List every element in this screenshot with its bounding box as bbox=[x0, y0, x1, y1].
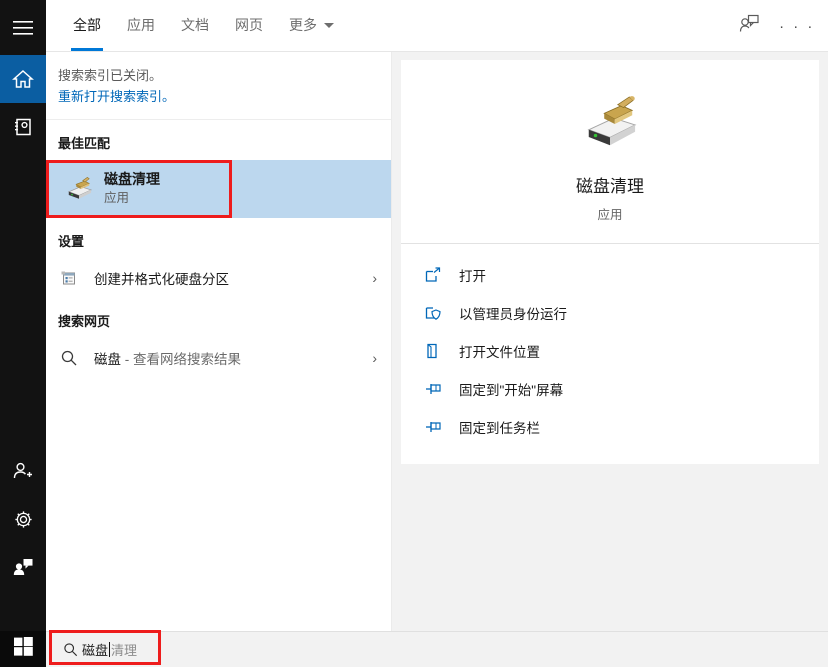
preview-subtitle: 应用 bbox=[597, 208, 623, 222]
action-run-as-admin-label: 以管理员身份运行 bbox=[459, 307, 567, 322]
web-search-query: 磁盘 bbox=[94, 352, 121, 367]
folder-location-icon bbox=[425, 343, 459, 359]
search-index-notice: 搜索索引已关闭。 重新打开搜索索引。 bbox=[46, 52, 391, 120]
shield-run-icon bbox=[425, 305, 459, 321]
preview-actions: 打开 以管理员身份运行 打开文件位置 固定到"开始"屏幕 固定到任务栏 bbox=[401, 244, 819, 464]
tab-web-label: 网页 bbox=[235, 17, 263, 33]
flyout-body: 搜索索引已关闭。 重新打开搜索索引。 最佳匹配 磁盘清理 应用 设置 创建并格式… bbox=[46, 52, 828, 631]
chevron-right-icon[interactable]: › bbox=[372, 350, 381, 366]
search-input[interactable]: 磁盘 清理 bbox=[82, 640, 137, 659]
best-match-heading: 最佳匹配 bbox=[58, 136, 111, 151]
control-panel-icon bbox=[60, 269, 94, 287]
rail-item-home[interactable] bbox=[0, 55, 46, 103]
flyout-header: 全部 应用 文档 网页 更多 · · · bbox=[46, 0, 828, 52]
pin-icon bbox=[425, 419, 459, 435]
chevron-right-icon[interactable]: › bbox=[372, 270, 381, 286]
rail-item-notebook[interactable] bbox=[0, 103, 46, 151]
account-feedback-button[interactable] bbox=[728, 6, 770, 46]
tab-all[interactable]: 全部 bbox=[60, 0, 114, 51]
windows-logo-icon bbox=[13, 637, 33, 661]
action-run-as-admin[interactable]: 以管理员身份运行 bbox=[401, 294, 819, 332]
search-icon bbox=[58, 642, 82, 657]
action-open-file-location[interactable]: 打开文件位置 bbox=[401, 332, 819, 370]
search-suggestion-text: 清理 bbox=[111, 643, 138, 658]
open-external-icon bbox=[425, 267, 459, 283]
rail-item-feedback[interactable] bbox=[0, 543, 46, 591]
action-open[interactable]: 打开 bbox=[401, 256, 819, 294]
rail-bottom-group bbox=[0, 447, 46, 591]
web-search-result-row[interactable]: 磁盘 - 查看网络搜索结果 › bbox=[46, 338, 391, 378]
app-preview-card: 磁盘清理 应用 bbox=[401, 60, 819, 243]
search-bar[interactable]: 磁盘 清理 bbox=[46, 630, 828, 667]
search-flyout-panel: 全部 应用 文档 网页 更多 · · · 搜索索引已关闭。 重新打开搜索索引。 … bbox=[46, 0, 828, 631]
notebook-icon bbox=[13, 117, 33, 137]
best-match-subtitle: 应用 bbox=[104, 191, 130, 205]
tab-documents-label: 文档 bbox=[181, 17, 209, 33]
hamburger-menu-button[interactable] bbox=[0, 0, 46, 55]
web-search-heading: 搜索网页 bbox=[58, 314, 111, 329]
start-button[interactable] bbox=[0, 631, 46, 667]
best-match-result[interactable]: 磁盘清理 应用 bbox=[46, 160, 391, 218]
tab-all-label: 全部 bbox=[73, 17, 101, 33]
reenable-index-link[interactable]: 重新打开搜索索引。 bbox=[58, 86, 379, 107]
home-icon bbox=[12, 69, 34, 89]
action-pin-to-start[interactable]: 固定到"开始"屏幕 bbox=[401, 370, 819, 408]
results-column: 搜索索引已关闭。 重新打开搜索索引。 最佳匹配 磁盘清理 应用 设置 创建并格式… bbox=[46, 52, 392, 631]
header-actions: · · · bbox=[728, 0, 818, 52]
search-typed-text: 磁盘 bbox=[82, 643, 109, 658]
chevron-down-icon bbox=[324, 22, 334, 28]
tab-documents[interactable]: 文档 bbox=[168, 0, 222, 51]
rail-item-account[interactable] bbox=[0, 447, 46, 495]
person-add-icon bbox=[12, 461, 34, 481]
hamburger-icon bbox=[13, 20, 33, 35]
disk-cleanup-icon bbox=[60, 176, 98, 202]
rail-item-settings[interactable] bbox=[0, 495, 46, 543]
tab-apps[interactable]: 应用 bbox=[114, 0, 168, 51]
pin-icon bbox=[425, 381, 459, 397]
settings-result-label: 创建并格式化硬盘分区 bbox=[94, 272, 229, 287]
search-icon bbox=[60, 349, 94, 367]
web-search-suffix: - 查看网络搜索结果 bbox=[121, 352, 241, 367]
preview-column: 磁盘清理 应用 打开 以管理员身份运行 打开文件位置 固定到"开始"屏幕 固定到… bbox=[392, 52, 828, 631]
web-search-result-label: 磁盘 - 查看网络搜索结果 bbox=[94, 348, 372, 368]
tab-apps-label: 应用 bbox=[127, 17, 155, 33]
gear-icon bbox=[13, 509, 34, 530]
person-feedback-icon bbox=[737, 13, 761, 40]
action-open-file-location-label: 打开文件位置 bbox=[459, 345, 540, 360]
ellipsis-icon: · · · bbox=[779, 17, 815, 35]
action-pin-to-start-label: 固定到"开始"屏幕 bbox=[459, 383, 564, 398]
windows-search-flyout: 全部 应用 文档 网页 更多 · · · 搜索索引已关闭。 重新打开搜索索引。 … bbox=[0, 0, 828, 667]
disk-cleanup-icon bbox=[401, 86, 819, 160]
more-options-button[interactable]: · · · bbox=[776, 6, 818, 46]
filter-tabs: 全部 应用 文档 网页 更多 bbox=[46, 0, 347, 51]
search-input-wrap[interactable]: 磁盘 清理 bbox=[49, 630, 161, 665]
notice-message: 搜索索引已关闭。 bbox=[58, 68, 163, 83]
nav-rail bbox=[0, 0, 46, 631]
preview-title: 磁盘清理 bbox=[576, 177, 644, 196]
tab-more-label: 更多 bbox=[289, 17, 317, 33]
settings-result-row[interactable]: 创建并格式化硬盘分区 › bbox=[46, 258, 391, 298]
action-open-label: 打开 bbox=[459, 269, 486, 284]
tab-web[interactable]: 网页 bbox=[222, 0, 276, 51]
tab-more[interactable]: 更多 bbox=[276, 0, 347, 51]
action-pin-to-taskbar[interactable]: 固定到任务栏 bbox=[401, 408, 819, 446]
text-caret bbox=[109, 642, 111, 657]
best-match-title: 磁盘清理 bbox=[104, 171, 160, 187]
feedback-icon bbox=[12, 557, 34, 577]
action-pin-to-taskbar-label: 固定到任务栏 bbox=[459, 421, 540, 436]
best-match-text: 磁盘清理 应用 bbox=[104, 170, 160, 208]
settings-heading: 设置 bbox=[58, 234, 85, 249]
